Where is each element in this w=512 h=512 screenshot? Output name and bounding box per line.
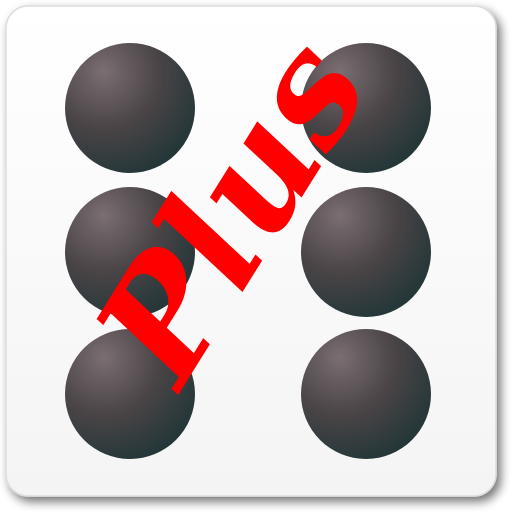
app-icon[interactable]: Plus [0, 0, 512, 512]
die-graphic: Plus [5, 5, 497, 497]
pip-bottom-right [301, 329, 431, 459]
